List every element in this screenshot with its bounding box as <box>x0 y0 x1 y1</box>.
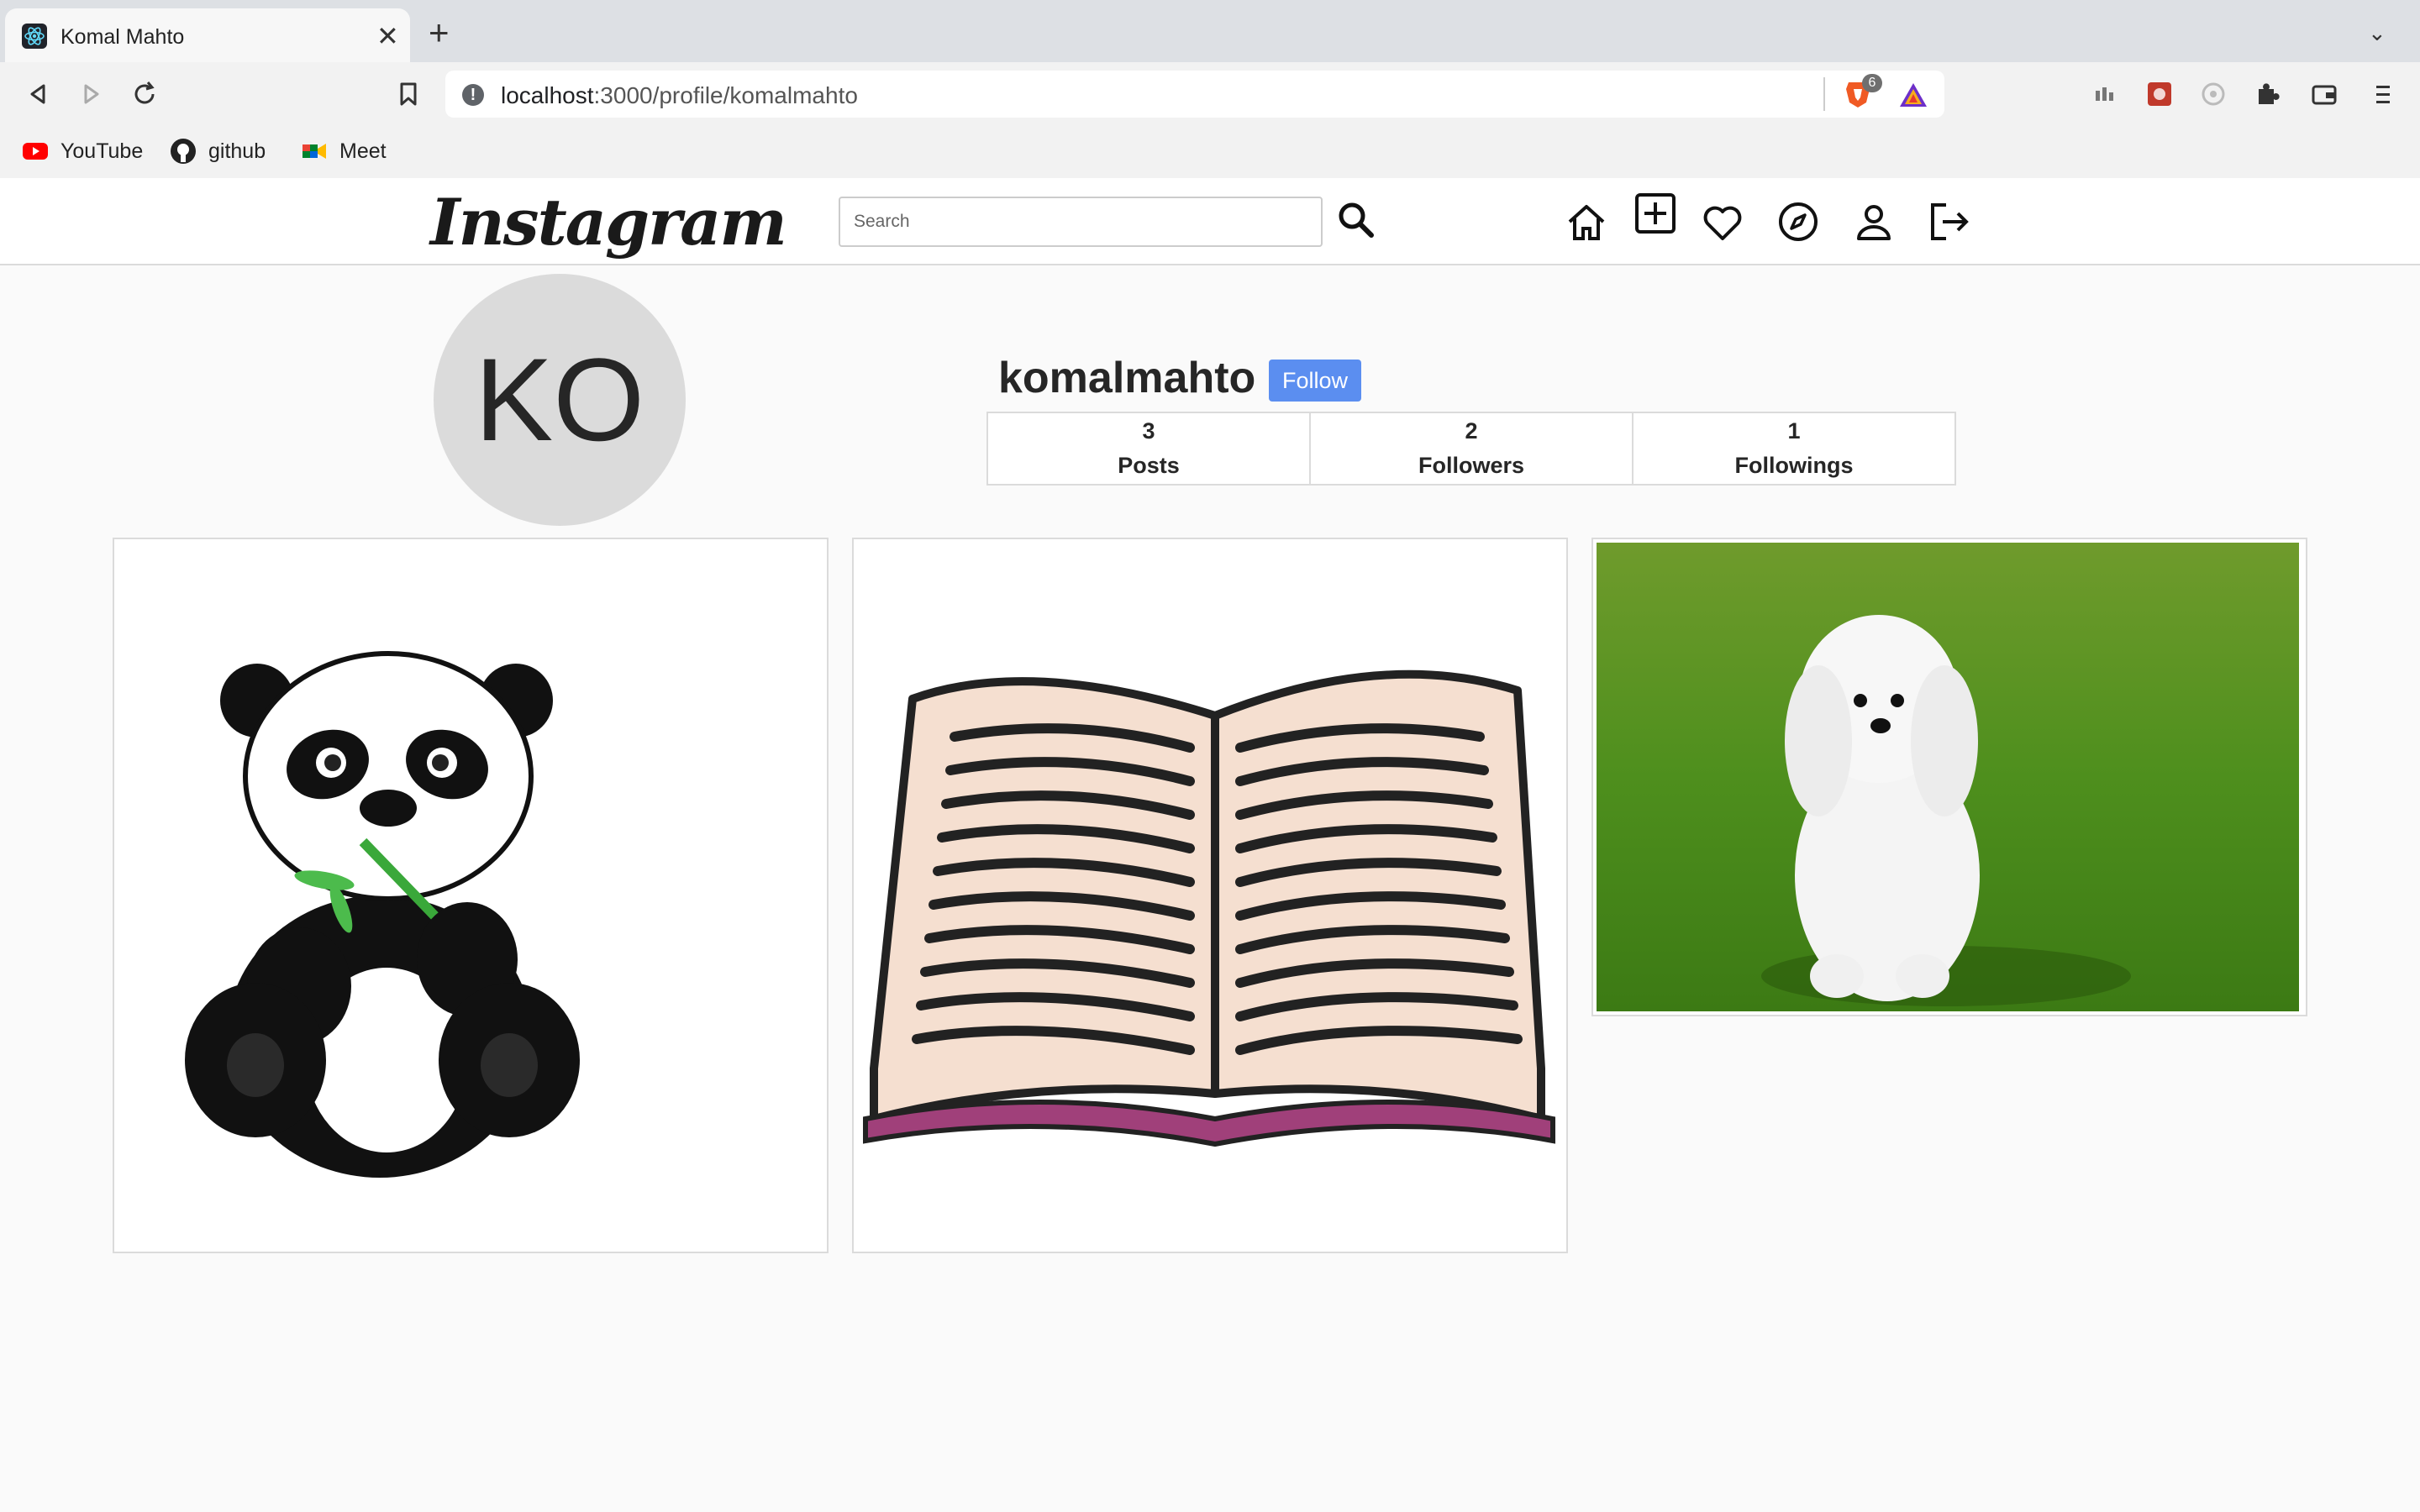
bookmark-icon[interactable] <box>392 77 425 111</box>
brave-rewards-icon[interactable] <box>1897 81 1929 109</box>
stat-label: Followings <box>1734 453 1854 478</box>
instagram-logo[interactable]: Instagram <box>430 185 787 260</box>
bookmark-youtube[interactable]: YouTube <box>22 138 143 165</box>
avatar: KO <box>434 274 686 526</box>
search-icon[interactable] <box>1334 198 1378 242</box>
profile-header: KO komalmahto Follow 3 Posts 2 Followers… <box>0 265 2420 534</box>
bookmark-meet[interactable]: Meet <box>301 138 387 165</box>
extension-audio-icon[interactable] <box>2091 79 2121 109</box>
stat-label: Followers <box>1418 453 1525 478</box>
app-navbar: Instagram <box>0 178 2420 265</box>
github-icon <box>171 139 196 164</box>
bookmark-github[interactable]: github <box>170 138 266 165</box>
dog-image <box>1597 543 2299 1011</box>
search-input[interactable] <box>839 197 1323 247</box>
post-book[interactable] <box>852 538 1568 1253</box>
profile-username: komalmahto <box>998 354 1256 402</box>
follow-button[interactable]: Follow <box>1269 360 1361 402</box>
stat-value: 3 <box>1142 418 1155 444</box>
bookmarks-bar: YouTube github Meet <box>0 126 2420 176</box>
url-divider <box>1823 77 1825 111</box>
address-bar[interactable]: ! localhost:3000/profile/komalmahto 6 <box>445 71 1944 118</box>
react-icon <box>22 24 47 49</box>
meet-icon <box>302 144 326 159</box>
back-icon[interactable] <box>22 77 55 111</box>
tab-title: Komal Mahto <box>60 25 185 49</box>
extension-red-icon[interactable] <box>2144 79 2175 109</box>
home-icon[interactable] <box>1563 198 1610 245</box>
post-panda[interactable] <box>113 538 829 1253</box>
url-text[interactable]: localhost:3000/profile/komalmahto <box>501 82 858 109</box>
explore-icon[interactable] <box>1775 198 1822 245</box>
puzzle-icon[interactable] <box>2252 79 2282 109</box>
tab-strip: Komal Mahto ✕ + ⌄ <box>0 0 2420 62</box>
bookmark-label: YouTube <box>60 139 144 163</box>
stat-followers[interactable]: 2 Followers <box>1309 412 1634 486</box>
browser-chrome: Komal Mahto ✕ + ⌄ ! localhost:3000/profi… <box>0 0 2420 178</box>
reload-icon[interactable] <box>128 77 161 111</box>
menu-icon[interactable] <box>2368 79 2398 109</box>
chevron-down-icon[interactable]: ⌄ <box>2368 20 2386 46</box>
post-dog[interactable] <box>1591 538 2307 1016</box>
extension-circle-icon[interactable] <box>2198 79 2228 109</box>
panda-image <box>185 651 580 1178</box>
browser-tab[interactable]: Komal Mahto ✕ <box>5 8 410 62</box>
stat-value: 1 <box>1787 418 1801 444</box>
profile-stats: 3 Posts 2 Followers 1 Followings <box>986 412 1956 486</box>
close-icon[interactable]: ✕ <box>376 20 399 52</box>
stat-posts[interactable]: 3 Posts <box>986 412 1311 486</box>
forward-icon[interactable] <box>74 77 108 111</box>
stat-followings[interactable]: 1 Followings <box>1632 412 1956 486</box>
bookmark-label: github <box>208 139 266 163</box>
stat-value: 2 <box>1465 418 1478 444</box>
shields-count-badge: 6 <box>1862 74 1882 92</box>
heart-icon[interactable] <box>1699 198 1746 245</box>
wallet-icon[interactable] <box>2309 79 2339 109</box>
site-info-icon[interactable]: ! <box>462 84 484 106</box>
book-image <box>863 669 1555 1147</box>
posts-grid <box>113 538 2307 1253</box>
youtube-icon <box>23 143 48 160</box>
new-tab-icon[interactable]: + <box>429 15 450 50</box>
browser-toolbar: ! localhost:3000/profile/komalmahto 6 <box>0 62 2420 126</box>
logout-icon[interactable] <box>1926 198 1973 245</box>
stat-label: Posts <box>1118 453 1180 478</box>
add-post-icon[interactable] <box>1632 190 1679 237</box>
bookmark-label: Meet <box>339 139 387 163</box>
profile-icon[interactable] <box>1850 198 1897 245</box>
